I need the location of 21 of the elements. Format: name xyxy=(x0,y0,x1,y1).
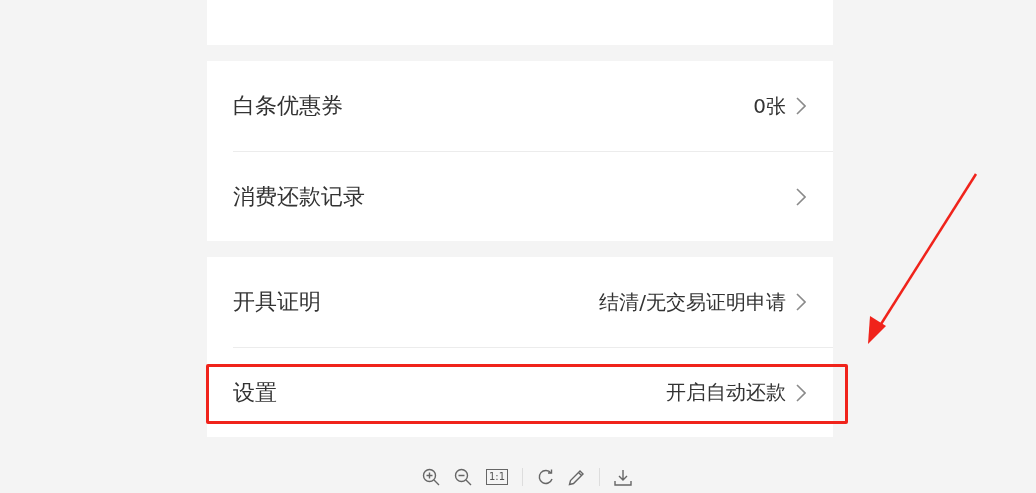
pencil-icon[interactable] xyxy=(568,468,586,486)
rotate-icon[interactable] xyxy=(537,468,555,486)
chevron-icon xyxy=(796,383,806,402)
download-icon[interactable] xyxy=(614,468,633,486)
row-value: 开启自动还款 xyxy=(666,379,786,406)
list-row[interactable]: 白条优惠券 0张 xyxy=(233,61,833,151)
zoom-out-icon[interactable] xyxy=(453,468,472,486)
row-label: 消费还款记录 xyxy=(233,182,366,211)
chevron-icon xyxy=(796,187,806,206)
list-row[interactable]: 开具证明 结清/无交易证明申请 xyxy=(233,257,833,347)
list-row[interactable]: 消费还款记录 xyxy=(233,151,833,241)
row-value: 结清/无交易证明申请 xyxy=(599,288,786,316)
chevron-icon xyxy=(796,293,806,311)
row-label: 开具证明 xyxy=(233,288,322,316)
zoom-in-icon[interactable] xyxy=(421,468,440,486)
chevron-icon xyxy=(796,97,806,115)
actual-size-button[interactable]: 1:1 xyxy=(485,469,509,485)
row-value: 0张 xyxy=(753,92,786,120)
row-label: 白条优惠券 xyxy=(233,92,344,120)
list-row[interactable]: 设置 开启自动还款 xyxy=(233,347,833,437)
row-label: 设置 xyxy=(233,378,278,407)
